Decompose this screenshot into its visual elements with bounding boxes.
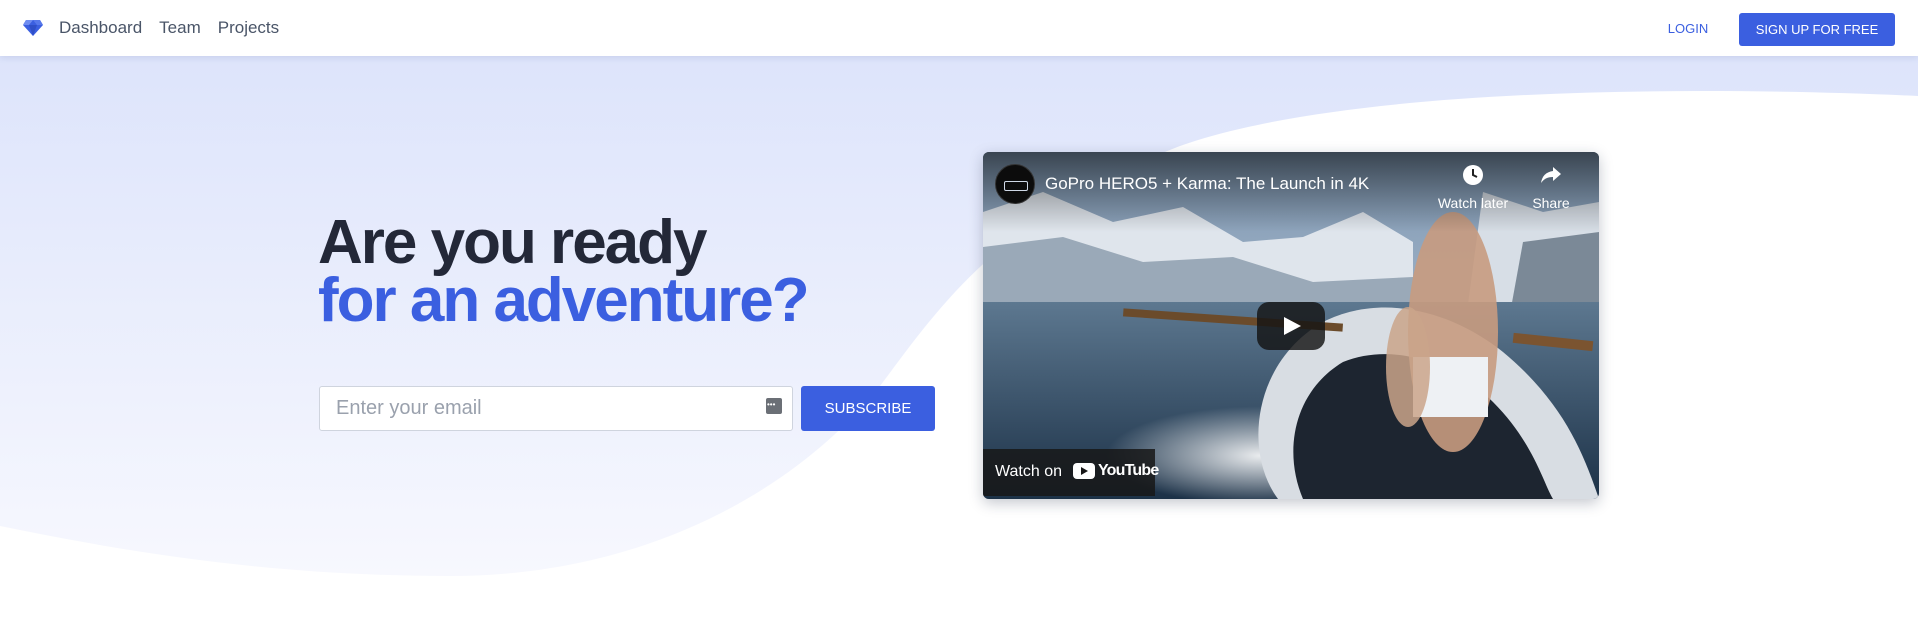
watch-on-youtube-button[interactable]: Watch on YouTube [983, 449, 1159, 496]
watch-later-button[interactable]: Watch later [1433, 164, 1513, 211]
watch-later-label: Watch later [1437, 195, 1509, 211]
hero-background [0, 56, 1918, 576]
nav-links: Dashboard Team Projects [59, 16, 296, 40]
channel-avatar[interactable] [995, 164, 1035, 204]
youtube-wordmark: YouTube [1098, 462, 1159, 479]
watch-on-label: Watch on [995, 463, 1062, 480]
hero-section: Are you ready for an adventure? SUBSCRIB… [0, 56, 1918, 635]
diamond-icon[interactable] [22, 16, 44, 38]
share-label: Share [1532, 195, 1570, 211]
share-arrow-icon [1541, 167, 1561, 183]
autofill-key-icon[interactable] [766, 398, 782, 414]
signup-button[interactable]: SIGN UP FOR FREE [1739, 13, 1895, 46]
video-header: GoPro HERO5 + Karma: The Launch in 4K Wa… [983, 152, 1599, 232]
play-button[interactable] [1257, 302, 1325, 350]
subscribe-button[interactable]: SUBSCRIBE [801, 386, 935, 431]
youtube-play-icon [1073, 463, 1095, 479]
share-button[interactable]: Share [1521, 164, 1581, 211]
navbar: Dashboard Team Projects LOGIN SIGN UP FO… [0, 0, 1918, 56]
hero-headline: Are you ready for an adventure? [318, 208, 810, 335]
nav-link-projects[interactable]: Projects [218, 16, 279, 40]
video-embed[interactable]: GoPro HERO5 + Karma: The Launch in 4K Wa… [983, 152, 1599, 499]
nav-link-dashboard[interactable]: Dashboard [59, 16, 142, 40]
email-input[interactable] [319, 386, 793, 431]
login-button[interactable]: LOGIN [1652, 14, 1724, 42]
nav-link-team[interactable]: Team [159, 16, 201, 40]
headline-line-1: Are you ready [318, 208, 708, 277]
clock-icon [1463, 165, 1483, 185]
headline-line-2: for an adventure? [318, 266, 810, 335]
video-title[interactable]: GoPro HERO5 + Karma: The Launch in 4K [1045, 174, 1369, 194]
